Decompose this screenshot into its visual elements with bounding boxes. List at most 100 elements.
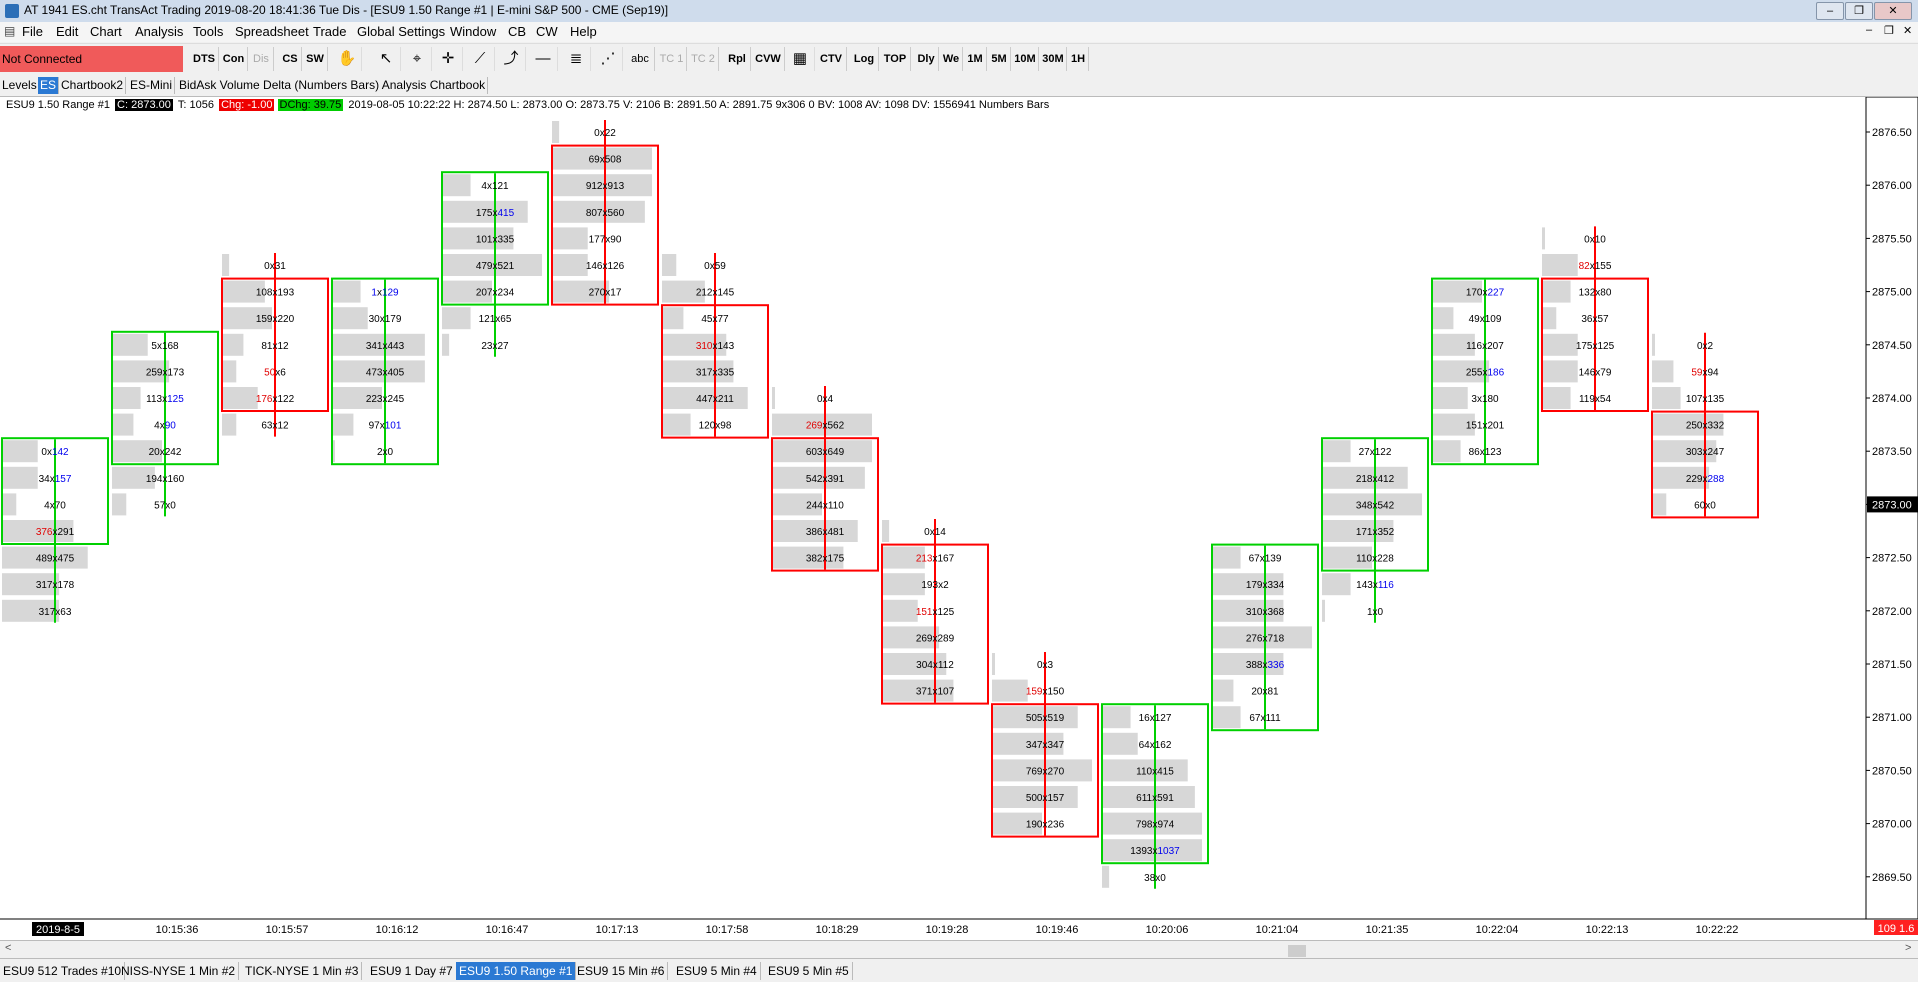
trend-tool-icon[interactable]: ⤴ xyxy=(497,47,526,71)
tab-esu9-1-day[interactable]: ESU9 1 Day #7 xyxy=(367,962,457,980)
tab-es-mini[interactable]: ES-Mini xyxy=(128,77,176,94)
cross-icon[interactable]: ✛ xyxy=(434,47,463,71)
ask-value: 0 xyxy=(1710,500,1716,511)
ask-value: 913 xyxy=(608,181,625,192)
ask-value: 125 xyxy=(938,607,955,618)
tc1-button[interactable]: TC 1 xyxy=(657,47,687,71)
tab-niss-nyse[interactable]: NISS-NYSE 1 Min #2 xyxy=(118,962,240,980)
volume-bar xyxy=(1322,440,1351,463)
tab-levels[interactable]: Levels xyxy=(0,77,40,94)
abc-button[interactable]: abc xyxy=(626,47,655,71)
bid-ask-cell: 500x157 xyxy=(1026,793,1065,804)
menu-tools[interactable]: Tools xyxy=(193,24,223,39)
menu-help[interactable]: Help xyxy=(570,24,597,39)
legend-close: C: 2873.00 xyxy=(115,99,173,111)
ask-value: 0 xyxy=(388,447,394,458)
top-button[interactable]: TOP xyxy=(880,47,911,71)
1m-button[interactable]: 1M xyxy=(964,47,987,71)
cs-button[interactable]: CS xyxy=(279,47,302,71)
menu-analysis[interactable]: Analysis xyxy=(135,24,183,39)
volume-bar xyxy=(1652,333,1655,356)
10m-button[interactable]: 10M xyxy=(1012,47,1039,71)
1h-button[interactable]: 1H xyxy=(1068,47,1089,71)
ask-value: 335 xyxy=(498,234,515,245)
hline-icon[interactable]: — xyxy=(529,47,558,71)
ask-value: 77 xyxy=(718,314,730,325)
volume-bar xyxy=(992,653,995,675)
close-button[interactable]: ✕ xyxy=(1874,2,1912,20)
bid-value: 611 xyxy=(1136,793,1152,804)
tab-esu9-15-min[interactable]: ESU9 15 Min #6 xyxy=(574,962,669,980)
dis-button[interactable]: Dis xyxy=(249,47,274,71)
pointer-icon[interactable]: ↖ xyxy=(372,47,401,71)
sw-button[interactable]: SW xyxy=(303,47,328,71)
menu-global-settings[interactable]: Global Settings xyxy=(357,24,445,39)
crosshair-icon[interactable]: ⌖ xyxy=(403,47,432,71)
menu-edit[interactable]: Edit xyxy=(56,24,78,39)
hand-icon[interactable]: ✋ xyxy=(333,47,362,71)
ask-value: 0 xyxy=(1160,873,1166,884)
bid-value: 376 xyxy=(36,527,53,538)
ask-value: 173 xyxy=(168,367,185,378)
tab-esu9-5-min-4[interactable]: ESU9 5 Min #4 xyxy=(673,962,761,980)
menu-window[interactable]: Window xyxy=(450,24,496,39)
chart-area[interactable]: 2876.50 2876.00 2875.50 2875.00 2874.50 2874.… xyxy=(0,97,1918,940)
ctv-button[interactable]: CTV xyxy=(816,47,847,71)
time-label: 10:19:28 xyxy=(926,924,969,936)
chart-tabs: Levels ES Chartbook2 ES-Mini BidAsk Volu… xyxy=(0,75,1918,97)
bid-value: 207 xyxy=(476,288,493,299)
bid-ask-cell: 159x150 xyxy=(1026,687,1065,698)
bid-ask-cell: 170x227 xyxy=(1466,288,1505,299)
rpl-button[interactable]: Rpl xyxy=(724,47,751,71)
inner-minimize-button[interactable]: – xyxy=(1866,24,1872,36)
minimize-button[interactable]: – xyxy=(1816,2,1844,20)
bid-ask-cell: 20x81 xyxy=(1251,687,1279,698)
tab-esu9-512-trades[interactable]: ESU9 512 Trades #10 xyxy=(0,962,126,980)
inner-restore-button[interactable]: ❐ xyxy=(1884,24,1894,37)
log-button[interactable]: Log xyxy=(850,47,879,71)
volume-bar xyxy=(1652,387,1681,409)
tab-es[interactable]: ES xyxy=(38,77,60,94)
bid-value: 101 xyxy=(476,234,493,245)
bid-value: 190 xyxy=(1026,820,1043,831)
bid-ask-cell: 175x125 xyxy=(1576,341,1615,352)
weekly-button[interactable]: We xyxy=(940,47,963,71)
ask-value: 332 xyxy=(1708,421,1725,432)
volume-bar xyxy=(552,121,560,143)
time-label: 10:22:13 xyxy=(1586,924,1629,936)
menu-chart[interactable]: Chart xyxy=(90,24,122,39)
tab-chartbook2[interactable]: Chartbook2 xyxy=(59,77,127,94)
daily-button[interactable]: Dly xyxy=(914,47,939,71)
scroll-thumb[interactable] xyxy=(1288,945,1306,957)
ask-value: 562 xyxy=(828,421,845,432)
menu-spreadsheet[interactable]: Spreadsheet xyxy=(235,24,309,39)
menu-trade[interactable]: Trade xyxy=(313,24,346,39)
inner-close-button[interactable]: ✕ xyxy=(1903,24,1912,37)
volume-bar xyxy=(1542,227,1545,250)
dts-button[interactable]: DTS xyxy=(190,47,219,71)
30m-button[interactable]: 30M xyxy=(1040,47,1067,71)
maximize-button[interactable]: ❐ xyxy=(1845,2,1873,20)
scroll-right-icon[interactable]: > xyxy=(1905,942,1911,954)
tab-tick-nyse[interactable]: TICK-NYSE 1 Min #3 xyxy=(242,962,363,980)
menu-cb[interactable]: CB xyxy=(508,24,526,39)
time-label: 10:21:35 xyxy=(1366,924,1409,936)
bid-ask-cell: 63x12 xyxy=(261,421,289,432)
bid-value: 97 xyxy=(369,421,381,432)
fib-fan-icon[interactable]: ⋰ xyxy=(594,47,623,71)
ask-value: 110 xyxy=(828,500,844,511)
document-icon[interactable]: ▤ xyxy=(4,24,15,38)
tc2-button[interactable]: TC 2 xyxy=(688,47,719,71)
menu-cw[interactable]: CW xyxy=(536,24,558,39)
tab-esu9-5-min-5[interactable]: ESU9 5 Min #5 xyxy=(765,962,853,980)
grid-table-icon[interactable]: ▦ xyxy=(786,47,815,71)
line-tool-icon[interactable]: ⟋ xyxy=(466,47,495,71)
con-button[interactable]: Con xyxy=(220,47,248,71)
scroll-left-icon[interactable]: < xyxy=(5,942,11,954)
menu-file[interactable]: File xyxy=(22,24,43,39)
cvw-button[interactable]: CVW xyxy=(752,47,785,71)
tab-bidask-chartbook[interactable]: BidAsk Volume Delta (Numbers Bars) Analy… xyxy=(177,77,489,94)
fib-icon[interactable]: ≣ xyxy=(562,47,591,71)
tab-esu9-range[interactable]: ESU9 1.50 Range #1 xyxy=(456,962,577,980)
5m-button[interactable]: 5M xyxy=(988,47,1011,71)
